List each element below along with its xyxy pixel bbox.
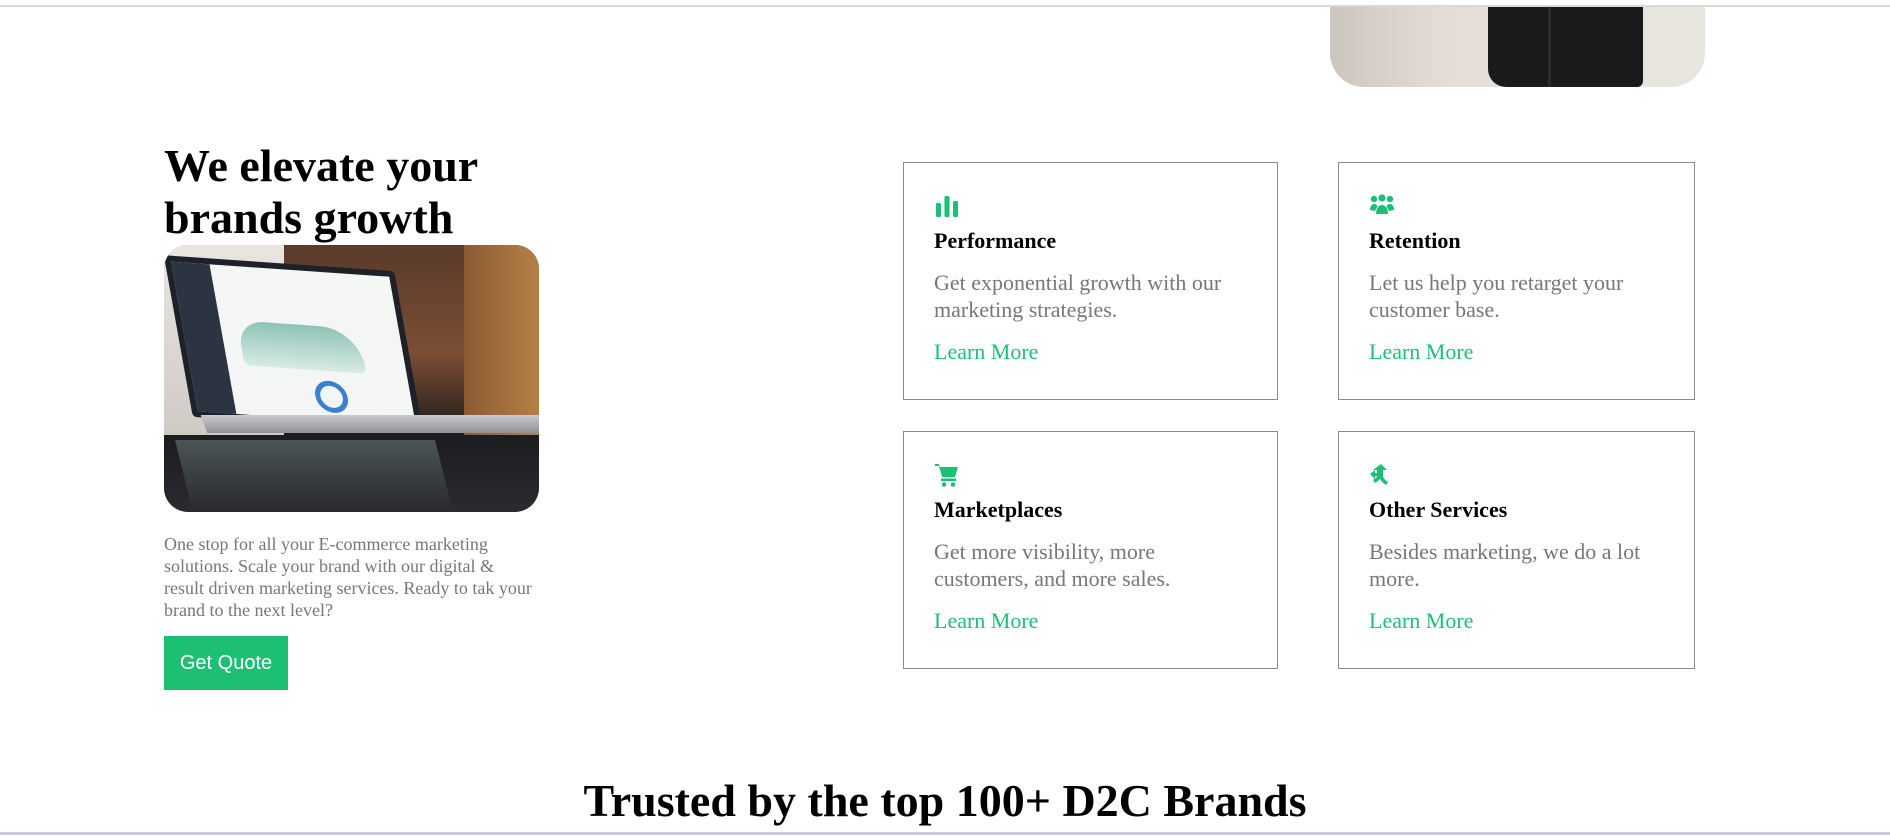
service-title: Marketplaces [934, 497, 1063, 522]
screen-area-chart [236, 320, 367, 374]
intro-description: One stop for all your E-commerce marketi… [164, 534, 532, 620]
service-description: Get more visibility, more customers, and… [934, 539, 1171, 591]
service-description: Let us help you retarget your customer b… [1369, 270, 1624, 322]
laptop-screen [164, 255, 424, 433]
split-arrow-icon [1369, 462, 1395, 488]
service-card-other-services: Other Services Besides marketing, we do … [1338, 431, 1695, 669]
service-description: Get exponential growth with our marketin… [934, 270, 1222, 322]
screen-donut-chart [312, 379, 351, 414]
bottom-divider [0, 832, 1890, 835]
learn-more-link[interactable]: Learn More [1369, 608, 1473, 634]
service-card-retention: Retention Let us help you retarget your … [1338, 162, 1695, 400]
bar-chart-icon [934, 193, 960, 219]
photo-door [464, 245, 539, 435]
service-title: Other Services [1369, 497, 1508, 522]
section-heading: We elevate your brands growth [164, 140, 478, 243]
service-card-marketplaces: Marketplaces Get more visibility, more c… [903, 431, 1278, 669]
learn-more-link[interactable]: Learn More [934, 339, 1038, 365]
learn-more-link[interactable]: Learn More [934, 608, 1038, 634]
users-group-icon [1369, 193, 1395, 219]
service-description: Besides marketing, we do a lot more. [1369, 539, 1641, 591]
hero-person-figure [1488, 7, 1643, 87]
laptop-dashboard-image [164, 245, 539, 512]
service-card-performance: Performance Get exponential growth with … [903, 162, 1278, 400]
service-title: Retention [1369, 228, 1461, 253]
hero-photo [1330, 7, 1705, 87]
shopping-cart-icon [934, 462, 960, 488]
laptop-base [200, 415, 539, 433]
service-title: Performance [934, 228, 1057, 253]
trusted-brands-heading: Trusted by the top 100+ D2C Brands [583, 775, 1307, 826]
get-quote-button[interactable]: Get Quote [164, 636, 288, 690]
laptop-reflection [175, 440, 453, 512]
learn-more-link[interactable]: Learn More [1369, 339, 1473, 365]
